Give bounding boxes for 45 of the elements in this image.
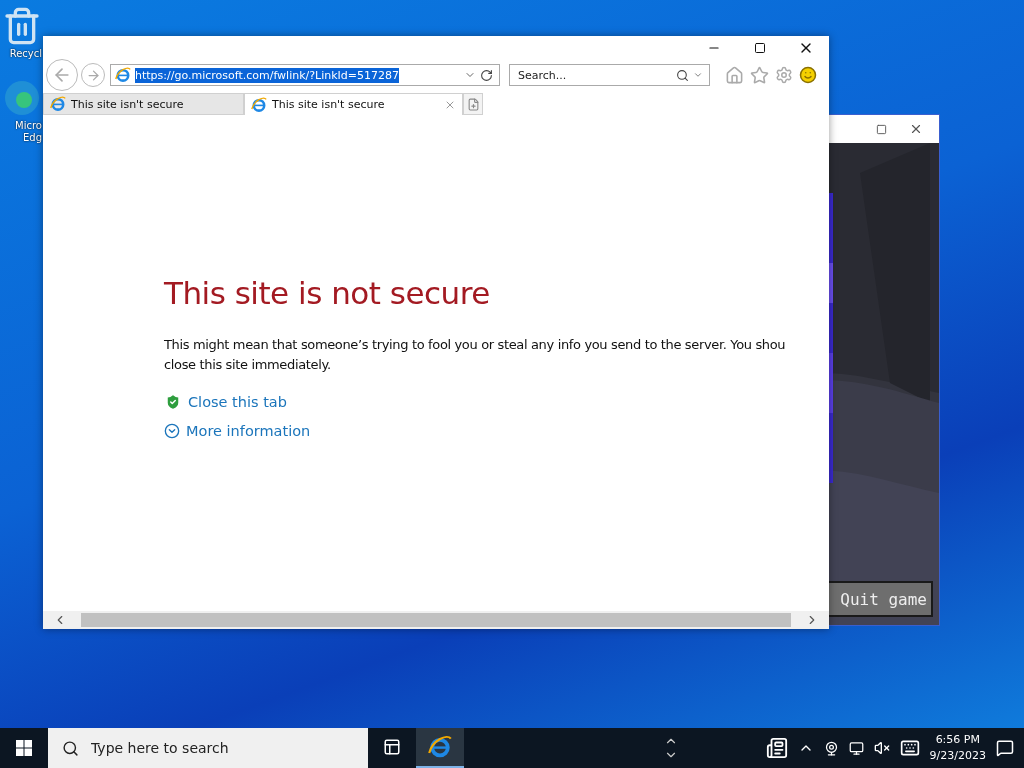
volume-muted-icon[interactable] xyxy=(873,740,890,756)
ie-logo-icon xyxy=(50,96,66,112)
internet-explorer-icon xyxy=(428,735,452,759)
new-page-icon xyxy=(466,97,480,111)
page-link[interactable]: Close this tab xyxy=(164,393,287,411)
maximize-icon xyxy=(754,42,766,54)
network-icon[interactable] xyxy=(848,740,864,756)
refresh-icon[interactable] xyxy=(480,68,493,82)
expand-icon xyxy=(164,423,180,439)
taskbar-search-field[interactable]: Type here to search xyxy=(48,728,368,768)
news-icon[interactable] xyxy=(765,737,788,759)
star-icon[interactable] xyxy=(750,65,769,85)
notifications-icon[interactable] xyxy=(996,739,1014,757)
edge-logo-icon xyxy=(2,78,42,118)
search-box[interactable]: Search... xyxy=(509,64,710,86)
ie-logo-icon xyxy=(115,67,131,83)
forward-arrow-icon xyxy=(85,67,101,83)
page-title: This site is not secure xyxy=(164,275,490,311)
url-text: https://go.microsoft.com/fwlink/?LinkId=517287 xyxy=(135,67,400,83)
search-input[interactable]: Type here to search xyxy=(89,739,267,757)
webcam-icon[interactable] xyxy=(823,740,839,756)
warning-text: This might mean that someone’s trying to fool you or steal any info you send to the server. You shou close this site immediately. xyxy=(164,336,786,374)
desktop-icon-label[interactable]: Micro Edg xyxy=(15,120,42,144)
horizontal-scrollbar[interactable] xyxy=(43,611,829,629)
task-view-icon xyxy=(383,738,401,756)
shield-check-icon xyxy=(164,393,182,411)
time-text: 6:56 PM xyxy=(935,732,980,748)
browser-tab[interactable]: This site isn't secure xyxy=(43,93,244,115)
close-icon[interactable] xyxy=(909,122,923,136)
search-icon[interactable] xyxy=(676,68,689,82)
date-text: 9/23/2023 xyxy=(929,748,986,764)
windows-logo-icon xyxy=(16,740,32,756)
browser-tab[interactable]: This site isn't secure xyxy=(244,93,463,115)
quit-game-button[interactable]: Quit game xyxy=(829,581,933,617)
ie-logo-icon xyxy=(251,96,267,113)
search-icon xyxy=(62,739,79,757)
maximize-icon[interactable] xyxy=(876,123,887,135)
keyboard-icon[interactable] xyxy=(899,738,920,758)
address-bar[interactable]: https://go.microsoft.com/fwlink/?LinkId=517287 xyxy=(110,64,500,86)
search-dropdown-icon[interactable] xyxy=(693,70,703,80)
smiley-icon[interactable] xyxy=(799,66,817,84)
page-link[interactable]: More information xyxy=(164,423,311,439)
new-tab-button[interactable] xyxy=(463,93,483,115)
desktop-icon-label[interactable]: Recycl xyxy=(9,48,42,60)
clock[interactable]: 6:56 PM 9/23/2023 xyxy=(929,732,986,764)
